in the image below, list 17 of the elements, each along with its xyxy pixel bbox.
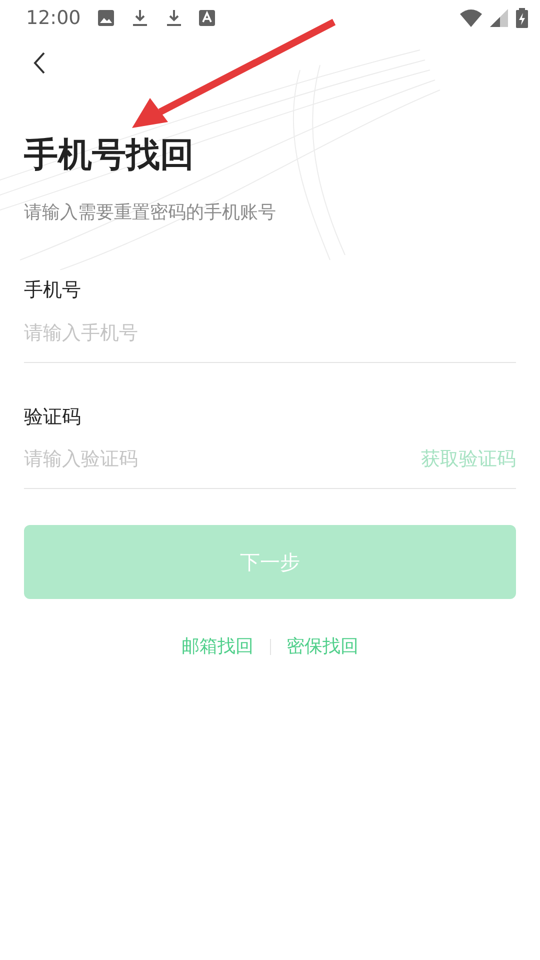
field-label: 验证码 (24, 404, 82, 430)
download-icon (130, 9, 149, 27)
input-field[interactable]: 请输入验证码 (24, 445, 421, 474)
recovery-link[interactable]: 密保找回 (286, 633, 358, 660)
recovery-link[interactable]: 邮箱找回 (182, 633, 254, 660)
field-label: 手机号 (24, 278, 82, 303)
get-code-button[interactable]: 获取验证码 (421, 445, 516, 474)
wifi-icon (460, 9, 482, 27)
font-icon (198, 10, 215, 26)
status-time: 12:00 (26, 6, 81, 31)
page-title: 手机号找回 (24, 134, 195, 177)
input-field[interactable]: 请输入手机号 (24, 318, 516, 348)
signal-icon (490, 9, 508, 27)
download-icon (164, 9, 183, 27)
image-icon (96, 9, 115, 27)
battery-icon (516, 8, 528, 28)
page-subtitle: 请输入需要重置密码的手机账号 (24, 201, 277, 225)
